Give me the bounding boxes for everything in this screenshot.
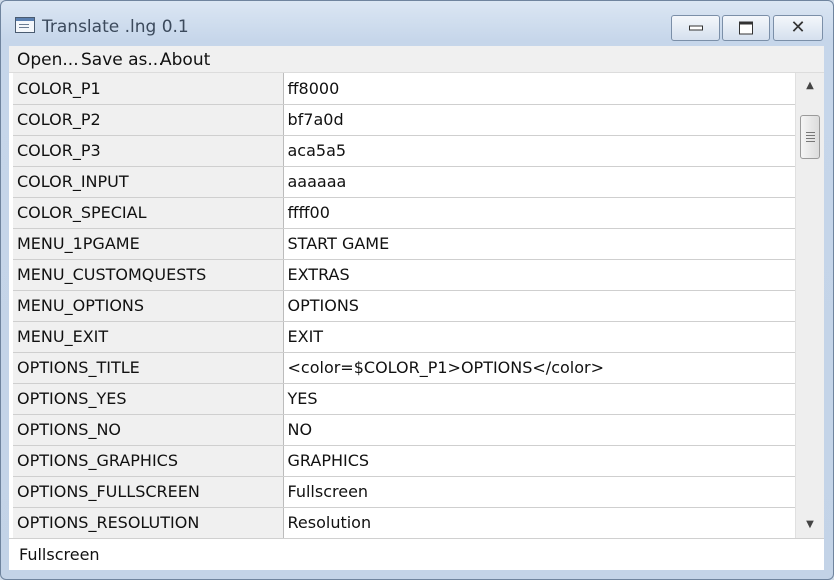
table-row[interactable]: OPTIONS_FULLSCREEN Fullscreen — [13, 476, 796, 508]
row-key-cell[interactable]: OPTIONS_NO — [13, 414, 284, 446]
window-title: Translate .lng 0.1 — [42, 17, 189, 37]
row-key-cell[interactable]: OPTIONS_RESOLUTION — [13, 507, 284, 538]
minimize-icon — [688, 25, 703, 31]
maximize-button[interactable] — [722, 15, 770, 41]
row-value-cell[interactable]: START GAME — [283, 228, 796, 260]
app-icon — [15, 17, 35, 33]
menu-bar: Open... Save as... About — [9, 46, 824, 72]
table-row[interactable]: OPTIONS_RESOLUTION Resolution — [13, 507, 796, 538]
row-value-cell[interactable]: aaaaaa — [283, 166, 796, 198]
row-value-cell[interactable]: Resolution — [283, 507, 796, 538]
scroll-down-arrow-icon[interactable]: ▼ — [796, 514, 824, 536]
table-row[interactable]: OPTIONS_YES YES — [13, 383, 796, 415]
row-key-cell[interactable]: OPTIONS_YES — [13, 383, 284, 415]
title-bar[interactable]: Translate .lng 0.1 ✕ — [1, 1, 833, 41]
scroll-thumb[interactable] — [800, 115, 820, 159]
vertical-scrollbar[interactable]: ▲ ▼ — [795, 73, 824, 538]
table-row[interactable]: MENU_EXIT EXIT — [13, 321, 796, 353]
table-row[interactable]: COLOR_P2 bf7a0d — [13, 104, 796, 136]
row-value-cell[interactable]: OPTIONS — [283, 290, 796, 322]
table-row[interactable]: MENU_OPTIONS OPTIONS — [13, 290, 796, 322]
row-key-cell[interactable]: MENU_OPTIONS — [13, 290, 284, 322]
row-key-cell[interactable]: MENU_CUSTOMQUESTS — [13, 259, 284, 291]
row-value-cell[interactable]: ff8000 — [283, 73, 796, 105]
row-key-cell[interactable]: COLOR_P2 — [13, 104, 284, 136]
table-row[interactable]: MENU_1PGAME START GAME — [13, 228, 796, 260]
row-value-cell[interactable]: GRAPHICS — [283, 445, 796, 477]
row-value-cell[interactable]: ffff00 — [283, 197, 796, 229]
row-key-cell[interactable]: COLOR_INPUT — [13, 166, 284, 198]
table-row[interactable]: OPTIONS_GRAPHICS GRAPHICS — [13, 445, 796, 477]
table-row[interactable]: COLOR_P1 ff8000 — [13, 73, 796, 105]
menu-open[interactable]: Open... — [17, 50, 79, 70]
table-row[interactable]: COLOR_P3 aca5a5 — [13, 135, 796, 167]
row-key-cell[interactable]: COLOR_P3 — [13, 135, 284, 167]
table-row[interactable]: COLOR_INPUT aaaaaa — [13, 166, 796, 198]
row-value-cell[interactable]: NO — [283, 414, 796, 446]
row-value-cell[interactable]: EXIT — [283, 321, 796, 353]
row-key-cell[interactable]: OPTIONS_TITLE — [13, 352, 284, 384]
scroll-up-arrow-icon[interactable]: ▲ — [796, 75, 824, 97]
app-window: Translate .lng 0.1 ✕ Open... Save as... … — [0, 0, 834, 580]
row-key-cell[interactable]: MENU_EXIT — [13, 321, 284, 353]
row-key-cell[interactable]: COLOR_SPECIAL — [13, 197, 284, 229]
row-value-cell[interactable]: aca5a5 — [283, 135, 796, 167]
table-row[interactable]: MENU_CUSTOMQUESTS EXTRAS — [13, 259, 796, 291]
close-icon: ✕ — [790, 17, 806, 38]
row-value-cell[interactable]: <color=$COLOR_P1>OPTIONS</color> — [283, 352, 796, 384]
row-value-cell[interactable]: YES — [283, 383, 796, 415]
minimize-button[interactable] — [671, 15, 720, 41]
row-key-cell[interactable]: OPTIONS_GRAPHICS — [13, 445, 284, 477]
edit-field[interactable]: Fullscreen — [9, 538, 824, 570]
row-key-cell[interactable]: OPTIONS_FULLSCREEN — [13, 476, 284, 508]
table-row[interactable]: OPTIONS_TITLE <color=$COLOR_P1>OPTIONS</c… — [13, 352, 796, 384]
menu-about[interactable]: About — [160, 50, 210, 70]
key-value-grid: COLOR_P1 ff8000 COLOR_P2 bf7a0d COLOR_P3 aca5… — [13, 73, 796, 538]
table-row[interactable]: COLOR_SPECIAL ffff00 — [13, 197, 796, 229]
row-value-cell[interactable]: EXTRAS — [283, 259, 796, 291]
edit-field-value: Fullscreen — [19, 545, 100, 564]
row-key-cell[interactable]: COLOR_P1 — [13, 73, 284, 105]
row-value-cell[interactable]: bf7a0d — [283, 104, 796, 136]
table-row[interactable]: OPTIONS_NO NO — [13, 414, 796, 446]
row-value-cell[interactable]: Fullscreen — [283, 476, 796, 508]
translation-table: COLOR_P1 ff8000 COLOR_P2 bf7a0d COLOR_P3 aca5… — [9, 72, 824, 538]
menu-save-as[interactable]: Save as... — [81, 50, 164, 70]
maximize-icon — [739, 21, 753, 35]
row-key-cell[interactable]: MENU_1PGAME — [13, 228, 284, 260]
close-button[interactable]: ✕ — [773, 15, 823, 41]
